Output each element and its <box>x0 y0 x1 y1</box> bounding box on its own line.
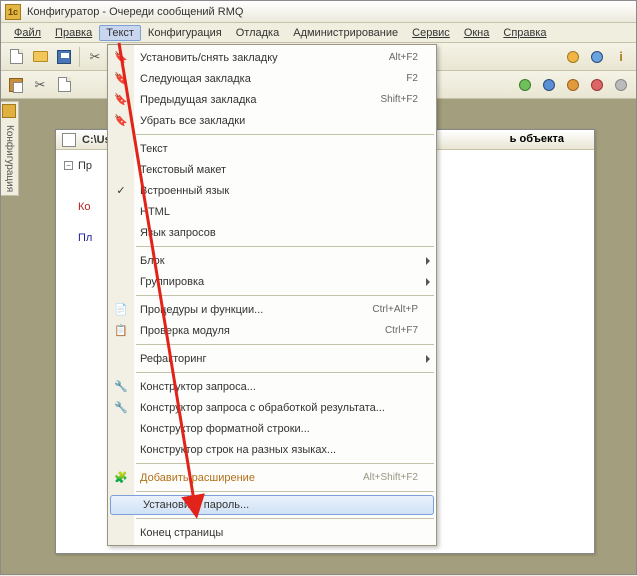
dd-separator <box>136 295 434 296</box>
menu-windows[interactable]: Окна <box>457 25 497 41</box>
expand-icon[interactable]: − <box>64 161 73 170</box>
dd-set-password[interactable]: Установить пароль... <box>110 495 434 515</box>
dd-prev-bookmark[interactable]: 🔖 Предыдущая закладка Shift+F2 <box>108 89 436 110</box>
dd-text[interactable]: Текст <box>108 138 436 159</box>
menu-admin[interactable]: Администрирование <box>286 25 405 41</box>
dd-check-module[interactable]: 📋 Проверка модуля Ctrl+F7 <box>108 320 436 341</box>
menu-edit[interactable]: Правка <box>48 25 99 41</box>
tb-info-icon[interactable]: i <box>610 46 632 68</box>
dd-clear-bookmarks[interactable]: 🔖 Убрать все закладки <box>108 110 436 131</box>
dd-page-end[interactable]: Конец страницы <box>108 522 436 543</box>
dd-multilang-ctor[interactable]: Конструктор строк на разных языках... <box>108 439 436 460</box>
tb-sep <box>79 47 80 67</box>
bookmark-clear-icon: 🔖 <box>108 114 134 127</box>
dd-query-lang[interactable]: Язык запросов <box>108 222 436 243</box>
tb-save[interactable] <box>53 46 75 68</box>
sidebar-tab-icon <box>2 104 16 118</box>
query-ctor-icon: 🔧 <box>108 380 134 393</box>
menu-debug[interactable]: Отладка <box>229 25 286 41</box>
dd-query-ctor-res[interactable]: 🔧 Конструктор запроса с обработкой резул… <box>108 397 436 418</box>
tree-label: Ко <box>78 201 91 213</box>
query-ctor-res-icon: 🔧 <box>108 401 134 414</box>
tb2-clipboard[interactable] <box>5 74 27 96</box>
tb2-green[interactable] <box>514 74 536 96</box>
tree-label: Пл <box>78 232 92 244</box>
dd-next-bookmark[interactable]: 🔖 Следующая закладка F2 <box>108 68 436 89</box>
tb2-misc1[interactable] <box>53 74 75 96</box>
dd-text-layout[interactable]: Текстовый макет <box>108 159 436 180</box>
submenu-arrow-icon <box>426 278 430 286</box>
tb2-blue[interactable] <box>538 74 560 96</box>
dd-grouping[interactable]: Группировка <box>108 271 436 292</box>
tb2-orange[interactable] <box>562 74 584 96</box>
tb2-red[interactable] <box>586 74 608 96</box>
tb-help-icon[interactable] <box>586 46 608 68</box>
dd-procs[interactable]: 📄 Процедуры и функции... Ctrl+Alt+P <box>108 299 436 320</box>
menubar: Файл Правка Текст Конфигурация Отладка А… <box>1 23 636 43</box>
tb-cut[interactable]: ✂ <box>84 46 106 68</box>
menu-config[interactable]: Конфигурация <box>141 25 229 41</box>
sidebar-tab-config[interactable]: Конфигурация <box>1 101 19 196</box>
dd-set-bookmark[interactable]: 🔖 Установить/снять закладку Alt+F2 <box>108 47 436 68</box>
menu-help[interactable]: Справка <box>496 25 553 41</box>
tb-open[interactable] <box>29 46 51 68</box>
menu-text[interactable]: Текст <box>99 25 141 41</box>
dd-html[interactable]: HTML <box>108 201 436 222</box>
dd-fmt-ctor[interactable]: Конструктор форматной строки... <box>108 418 436 439</box>
dd-query-ctor[interactable]: 🔧 Конструктор запроса... <box>108 376 436 397</box>
document-icon <box>62 133 76 147</box>
window-title: Конфигуратор - Очереди сообщений RMQ <box>27 6 243 18</box>
tb2-cut[interactable]: ✂ <box>29 74 51 96</box>
dd-separator <box>136 372 434 373</box>
procedures-icon: 📄 <box>108 303 134 316</box>
dd-separator <box>136 246 434 247</box>
check-module-icon: 📋 <box>108 324 134 337</box>
extension-add-icon: 🧩 <box>108 471 134 484</box>
submenu-arrow-icon <box>426 355 430 363</box>
dd-refactoring[interactable]: Рефакторинг <box>108 348 436 369</box>
text-menu-dropdown: 🔖 Установить/снять закладку Alt+F2 🔖 Сле… <box>107 44 437 546</box>
check-icon <box>108 184 134 197</box>
app-icon: 1c <box>5 4 21 20</box>
submenu-arrow-icon <box>426 257 430 265</box>
bookmark-flag-icon: 🔖 <box>108 51 134 64</box>
tb-new-doc[interactable] <box>5 46 27 68</box>
dd-separator <box>136 491 434 492</box>
dd-block[interactable]: Блок <box>108 250 436 271</box>
dd-builtin-lang[interactable]: Встроенный язык <box>108 180 436 201</box>
menu-file[interactable]: Файл <box>7 25 48 41</box>
object-label: ь объекта <box>510 133 564 145</box>
dd-separator <box>136 344 434 345</box>
dd-separator <box>136 518 434 519</box>
bookmark-next-icon: 🔖 <box>108 72 134 85</box>
dd-separator <box>136 134 434 135</box>
bookmark-prev-icon: 🔖 <box>108 93 134 106</box>
window-titlebar: 1c Конфигуратор - Очереди сообщений RMQ <box>1 1 636 23</box>
sidebar-tab-label: Конфигурация <box>4 125 15 192</box>
dd-separator <box>136 463 434 464</box>
dd-add-extension[interactable]: 🧩 Добавить расширение Alt+Shift+F2 <box>108 467 436 488</box>
tb2-grey[interactable] <box>610 74 632 96</box>
tree-label: Пр <box>78 160 92 172</box>
menu-service[interactable]: Сервис <box>405 25 457 41</box>
tb-user-icon[interactable] <box>562 46 584 68</box>
